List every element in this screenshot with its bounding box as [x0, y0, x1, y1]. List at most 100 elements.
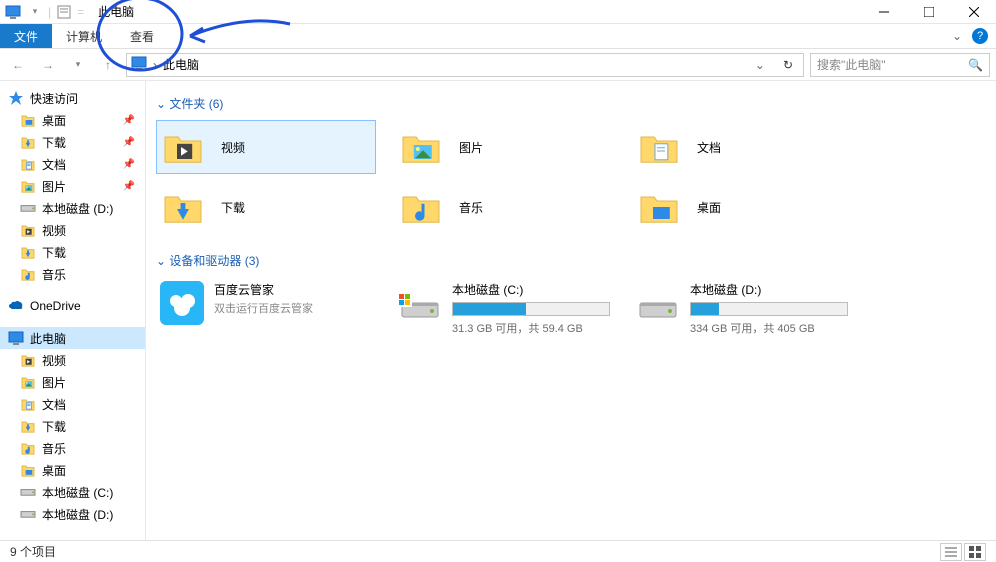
folder-item[interactable]: 图片 — [394, 120, 614, 174]
help-icon[interactable]: ? — [972, 28, 988, 44]
view-large-button[interactable] — [964, 543, 986, 561]
tab-file[interactable]: 文件 — [0, 24, 52, 48]
network-icon — [8, 538, 24, 540]
sidebar-item[interactable]: 下载📌 — [0, 131, 145, 153]
this-pc-icon — [4, 3, 22, 21]
pin-icon: 📌 — [123, 159, 135, 170]
sidebar-item[interactable]: 本地磁盘 (D:) — [0, 197, 145, 219]
pictures-icon — [401, 127, 447, 167]
drive-item[interactable]: 本地磁盘 (D:)334 GB 可用，共 405 GB — [632, 277, 852, 340]
forward-button[interactable]: → — [36, 53, 60, 77]
pictures-icon — [20, 178, 36, 194]
search-input[interactable]: 搜索"此电脑" 🔍 — [810, 53, 990, 77]
tab-view[interactable]: 查看 — [116, 24, 168, 48]
music-icon — [20, 266, 36, 282]
sidebar-item[interactable]: 音乐 — [0, 437, 145, 459]
qat-dropdown-icon[interactable]: ▾ — [26, 3, 44, 21]
documents-icon — [20, 396, 36, 412]
drive-icon — [20, 484, 36, 500]
sidebar-item[interactable]: 视频 — [0, 349, 145, 371]
desktop-icon — [20, 112, 36, 128]
address-input[interactable]: › 此电脑 ⌄ ↻ — [126, 53, 804, 77]
search-icon: 🔍 — [968, 58, 983, 72]
sidebar-item[interactable]: 桌面📌 — [0, 109, 145, 131]
sidebar: 快速访问 桌面📌下载📌文档📌图片📌本地磁盘 (D:)视频下载音乐 OneDriv… — [0, 81, 146, 540]
view-details-button[interactable] — [940, 543, 962, 561]
music-icon — [20, 440, 36, 456]
quick-access-toolbar: ▾ | = — [0, 3, 88, 21]
breadcrumb[interactable]: 此电脑 — [163, 56, 199, 73]
drive-icon — [20, 200, 36, 216]
desktop-icon — [639, 187, 685, 227]
folders-group-header[interactable]: 文件夹 (6) — [156, 95, 986, 112]
ribbon: 文件 计算机 查看 ⌄ ? — [0, 24, 996, 49]
address-bar: ← → ▾ ↑ › 此电脑 ⌄ ↻ 搜索"此电脑" 🔍 — [0, 49, 996, 81]
drive-icon — [398, 281, 442, 325]
videos-icon — [20, 222, 36, 238]
title-bar: ▾ | = 此电脑 — [0, 0, 996, 24]
ribbon-expand-icon[interactable]: ⌄ — [952, 29, 962, 43]
search-placeholder: 搜索"此电脑" — [817, 56, 886, 73]
recent-locations-icon[interactable]: ▾ — [66, 53, 90, 77]
sidebar-item[interactable]: 本地磁盘 (C:) — [0, 481, 145, 503]
documents-icon — [20, 156, 36, 172]
pin-icon: 📌 — [123, 137, 135, 148]
this-pc-icon — [131, 55, 147, 74]
sidebar-item[interactable]: 音乐 — [0, 263, 145, 285]
downloads-icon — [20, 418, 36, 434]
sidebar-network[interactable]: 网络 — [0, 535, 145, 540]
drives-group-header[interactable]: 设备和驱动器 (3) — [156, 252, 986, 269]
videos-icon — [163, 127, 209, 167]
sidebar-item[interactable]: 桌面 — [0, 459, 145, 481]
sidebar-item[interactable]: 图片 — [0, 371, 145, 393]
music-icon — [401, 187, 447, 227]
sidebar-item[interactable]: 本地磁盘 (D:) — [0, 503, 145, 525]
maximize-button[interactable] — [906, 0, 951, 24]
downloads-icon — [20, 244, 36, 260]
drive-item[interactable]: 本地磁盘 (C:)31.3 GB 可用，共 59.4 GB — [394, 277, 614, 340]
folder-item[interactable]: 桌面 — [632, 180, 852, 234]
properties-icon[interactable] — [55, 3, 73, 21]
pin-icon: 📌 — [123, 181, 135, 192]
app-item[interactable]: 百度云管家双击运行百度云管家 — [156, 277, 376, 340]
sidebar-quick-access[interactable]: 快速访问 — [0, 87, 145, 109]
documents-icon — [639, 127, 685, 167]
window-title: 此电脑 — [98, 3, 134, 20]
sidebar-item[interactable]: 文档 — [0, 393, 145, 415]
status-bar: 9 个项目 — [0, 540, 996, 562]
sidebar-item[interactable]: 文档📌 — [0, 153, 145, 175]
close-button[interactable] — [951, 0, 996, 24]
folder-item[interactable]: 音乐 — [394, 180, 614, 234]
chevron-down-icon[interactable]: ⌄ — [749, 58, 771, 72]
desktop-icon — [20, 462, 36, 478]
pin-icon: 📌 — [123, 115, 135, 126]
downloads-icon — [163, 187, 209, 227]
videos-icon — [20, 352, 36, 368]
content-area: 文件夹 (6) 视频图片文档下载音乐桌面 设备和驱动器 (3) 百度云管家双击运… — [146, 81, 996, 540]
refresh-button[interactable]: ↻ — [777, 58, 799, 72]
sidebar-onedrive[interactable]: OneDrive — [0, 295, 145, 317]
baidu-cloud-icon — [160, 281, 204, 325]
status-item-count: 9 个项目 — [10, 543, 56, 560]
minimize-button[interactable] — [861, 0, 906, 24]
star-icon — [8, 90, 24, 106]
folder-item[interactable]: 下载 — [156, 180, 376, 234]
drive-icon — [20, 506, 36, 522]
up-button[interactable]: ↑ — [96, 53, 120, 77]
downloads-icon — [20, 134, 36, 150]
drive-usage-bar — [690, 302, 848, 316]
folder-item[interactable]: 文档 — [632, 120, 852, 174]
drive-usage-bar — [452, 302, 610, 316]
this-pc-icon — [8, 330, 24, 346]
sidebar-item[interactable]: 视频 — [0, 219, 145, 241]
sidebar-item[interactable]: 下载 — [0, 241, 145, 263]
pictures-icon — [20, 374, 36, 390]
drive-icon — [636, 281, 680, 325]
onedrive-icon — [8, 298, 24, 314]
sidebar-this-pc[interactable]: 此电脑 — [0, 327, 145, 349]
tab-computer[interactable]: 计算机 — [52, 24, 116, 48]
sidebar-item[interactable]: 图片📌 — [0, 175, 145, 197]
back-button[interactable]: ← — [6, 53, 30, 77]
folder-item[interactable]: 视频 — [156, 120, 376, 174]
sidebar-item[interactable]: 下载 — [0, 415, 145, 437]
